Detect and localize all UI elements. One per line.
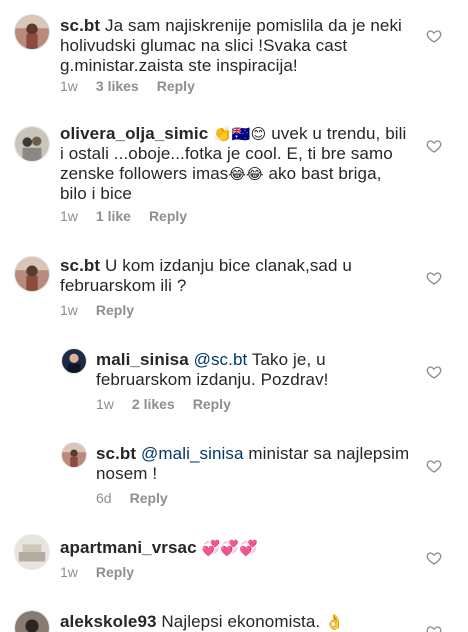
comment-time: 1w bbox=[60, 78, 78, 94]
reply-button[interactable]: Reply bbox=[149, 208, 187, 224]
heart-icon[interactable] bbox=[426, 364, 442, 380]
heart-icon[interactable] bbox=[426, 624, 442, 632]
avatar[interactable] bbox=[61, 442, 87, 468]
comment-username[interactable]: sc.bt bbox=[96, 444, 136, 463]
reply-button[interactable]: Reply bbox=[130, 490, 168, 506]
avatar[interactable] bbox=[14, 14, 50, 50]
avatar[interactable] bbox=[14, 610, 50, 632]
avatar[interactable] bbox=[14, 534, 50, 570]
comment-time: 1w bbox=[60, 208, 78, 224]
comment-text: sc.bt U kom izdanju bice clanak,sad u fe… bbox=[60, 256, 380, 296]
heart-icon[interactable] bbox=[426, 550, 442, 566]
reply-button[interactable]: Reply bbox=[96, 564, 134, 580]
comment-body: Najlepsi ekonomista. bbox=[161, 612, 321, 631]
comment-body: U kom izdanju bice clanak,sad u februars… bbox=[60, 256, 352, 295]
comment-meta: 1w 1 like Reply bbox=[60, 208, 187, 224]
comment-text: sc.bt Ja sam najiskrenije pomislila da j… bbox=[60, 16, 410, 76]
emoji-group: 💞💞💞 bbox=[201, 539, 258, 557]
comment-username[interactable]: sc.bt bbox=[60, 16, 100, 35]
heart-icon[interactable] bbox=[426, 28, 442, 44]
avatar[interactable] bbox=[14, 256, 50, 292]
mention-link[interactable]: @mali_sinisa bbox=[141, 444, 244, 463]
comment-time: 1w bbox=[60, 302, 78, 318]
emoji-group: 👏🇦🇺😊 bbox=[213, 125, 267, 143]
reply-button[interactable]: Reply bbox=[193, 396, 231, 412]
heart-icon[interactable] bbox=[426, 138, 442, 154]
comment-text: mali_sinisa @sc.bt Tako je, u februarsko… bbox=[96, 350, 416, 390]
comment-time: 1w bbox=[96, 396, 114, 412]
comment-meta: 6d Reply bbox=[96, 490, 168, 506]
comment-username[interactable]: alekskole93 bbox=[60, 612, 157, 631]
likes-count[interactable]: 2 likes bbox=[132, 396, 175, 412]
reply-button[interactable]: Reply bbox=[157, 78, 195, 94]
comment-username[interactable]: olivera_olja_simic bbox=[60, 124, 208, 143]
comment-text: apartmani_vrsac 💞💞💞 bbox=[60, 538, 400, 558]
comment-username[interactable]: apartmani_vrsac bbox=[60, 538, 197, 557]
avatar[interactable] bbox=[61, 348, 87, 374]
avatar[interactable] bbox=[14, 126, 50, 162]
comment-time: 1w bbox=[60, 564, 78, 580]
emoji-group: 👌 bbox=[325, 613, 344, 631]
comment-text: alekskole93 Najlepsi ekonomista. 👌 bbox=[60, 612, 400, 632]
comment-body: Ja sam najiskrenije pomislila da je neki… bbox=[60, 16, 402, 75]
comment-meta: 1w Reply bbox=[60, 302, 134, 318]
comment-username[interactable]: sc.bt bbox=[60, 256, 100, 275]
mention-link[interactable]: @sc.bt bbox=[194, 350, 248, 369]
comment-meta: 1w Reply bbox=[60, 564, 134, 580]
emoji-group: 😂😂 bbox=[228, 165, 264, 183]
comment-text: sc.bt @mali_sinisa ministar sa najlepsim… bbox=[96, 444, 416, 484]
reply-button[interactable]: Reply bbox=[96, 302, 134, 318]
comment-meta: 1w 2 likes Reply bbox=[96, 396, 231, 412]
comment-username[interactable]: mali_sinisa bbox=[96, 350, 189, 369]
comment-time: 6d bbox=[96, 490, 112, 506]
likes-count[interactable]: 3 likes bbox=[96, 78, 139, 94]
comment-meta: 1w 3 likes Reply bbox=[60, 78, 195, 94]
comment-text: olivera_olja_simic 👏🇦🇺😊 uvek u trendu, b… bbox=[60, 124, 410, 204]
likes-count[interactable]: 1 like bbox=[96, 208, 131, 224]
heart-icon[interactable] bbox=[426, 458, 442, 474]
heart-icon[interactable] bbox=[426, 270, 442, 286]
